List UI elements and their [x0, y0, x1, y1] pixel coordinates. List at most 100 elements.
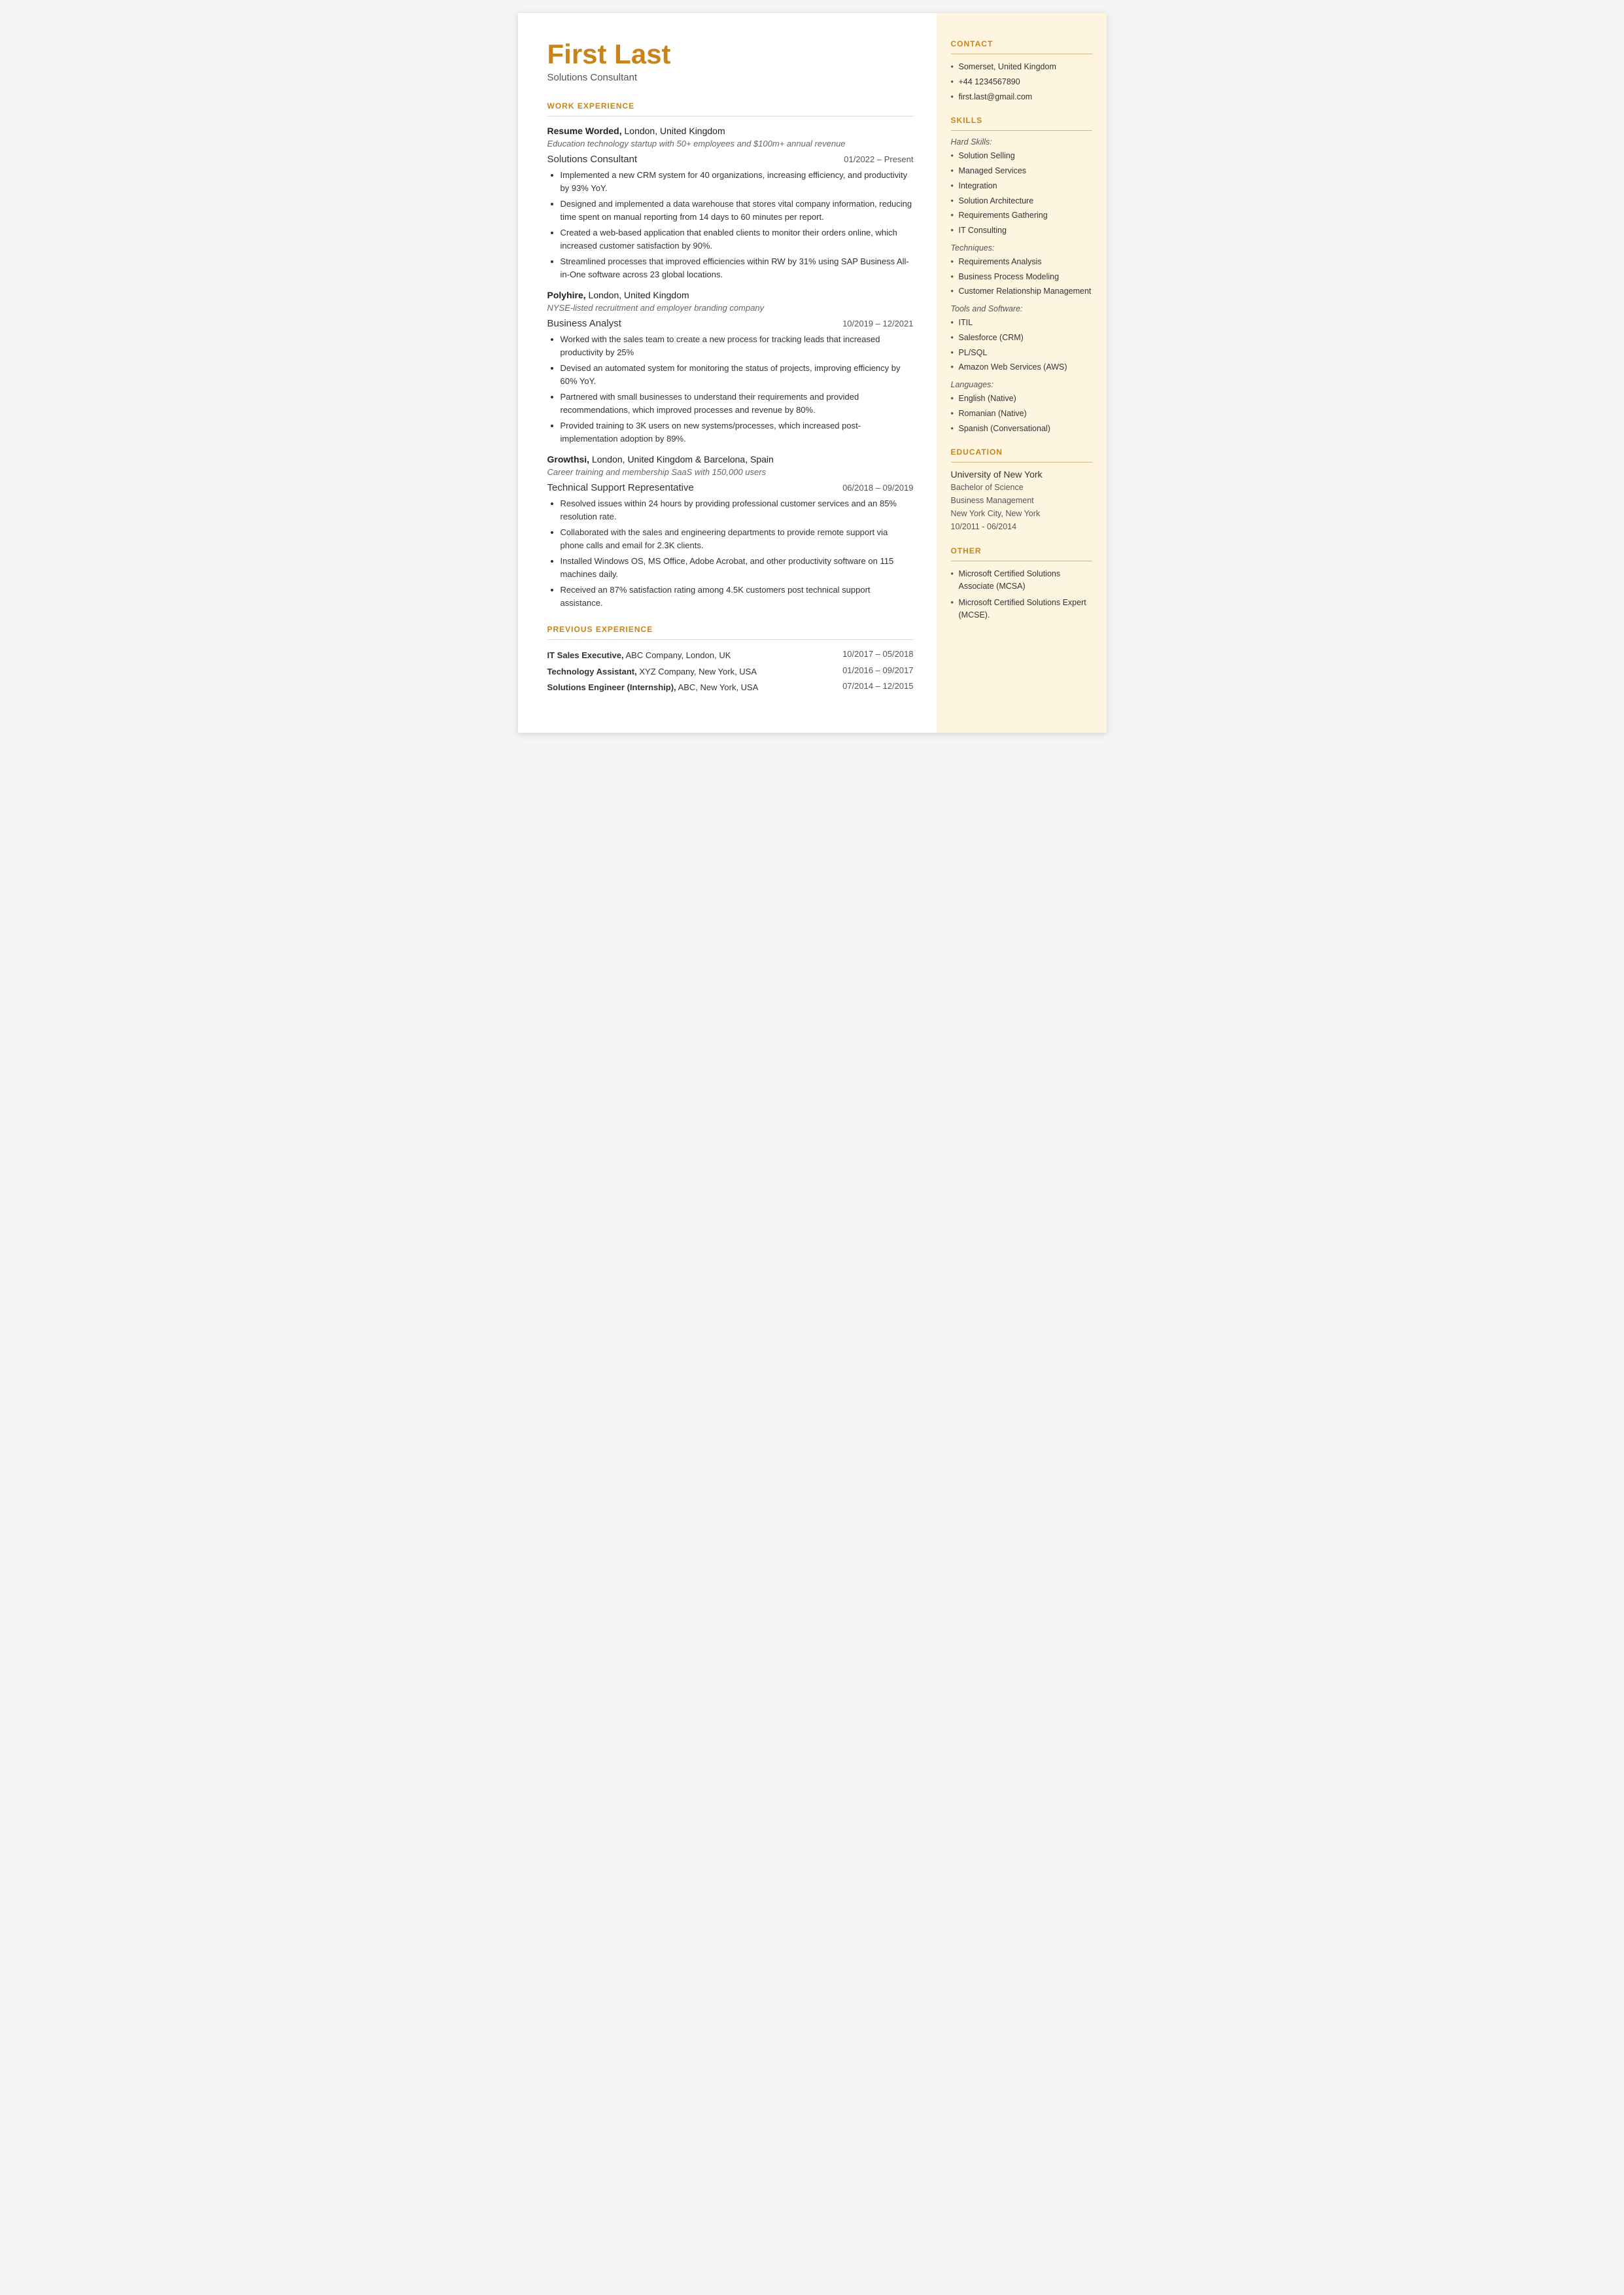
bullet-1-4: Streamlined processes that improved effi…	[561, 255, 914, 281]
other-list: Microsoft Certified Solutions Associate …	[951, 568, 1092, 621]
tools-label: Tools and Software:	[951, 304, 1092, 313]
edu-location-1: New York City, New York	[951, 507, 1092, 520]
technique-2: Business Process Modeling	[951, 271, 1092, 283]
job-row-1: Solutions Consultant 01/2022 – Present	[547, 154, 914, 165]
hard-skill-4: Solution Architecture	[951, 195, 1092, 207]
contact-section: CONTACT Somerset, United Kingdom +44 123…	[951, 39, 1092, 103]
job-title-3: Technical Support Representative	[547, 482, 694, 493]
techniques-label: Techniques:	[951, 243, 1092, 253]
hard-skills-list: Solution Selling Managed Services Integr…	[951, 150, 1092, 237]
contact-phone: +44 1234567890	[951, 76, 1092, 88]
technique-1: Requirements Analysis	[951, 256, 1092, 268]
candidate-title: Solutions Consultant	[547, 72, 914, 83]
bullet-1-2: Designed and implemented a data warehous…	[561, 198, 914, 223]
language-3: Spanish (Conversational)	[951, 423, 1092, 435]
bullet-list-2: Worked with the sales team to create a n…	[561, 333, 914, 445]
job-row-3: Technical Support Representative 06/2018…	[547, 482, 914, 493]
languages-label: Languages:	[951, 380, 1092, 389]
prev-exp-row-1: IT Sales Executive, ABC Company, London,…	[547, 649, 914, 662]
job-row-2: Business Analyst 10/2019 – 12/2021	[547, 318, 914, 329]
tools-list: ITIL Salesforce (CRM) PL/SQL Amazon Web …	[951, 317, 1092, 374]
bullet-3-3: Installed Windows OS, MS Office, Adobe A…	[561, 555, 914, 580]
left-column: First Last Solutions Consultant WORK EXP…	[518, 13, 937, 733]
employer-1-name: Resume Worded,	[547, 126, 622, 136]
bullet-1-1: Implemented a new CRM system for 40 orga…	[561, 169, 914, 194]
education-section: EDUCATION University of New York Bachelo…	[951, 447, 1092, 533]
contact-email: first.last@gmail.com	[951, 91, 1092, 103]
other-title: OTHER	[951, 546, 1092, 555]
edu-field-1: Business Management	[951, 494, 1092, 507]
prev-exp-label-1: IT Sales Executive, ABC Company, London,…	[547, 649, 731, 662]
bullet-list-1: Implemented a new CRM system for 40 orga…	[561, 169, 914, 281]
job-title-2: Business Analyst	[547, 318, 621, 329]
tool-4: Amazon Web Services (AWS)	[951, 361, 1092, 374]
bullet-2-4: Provided training to 3K users on new sys…	[561, 419, 914, 445]
hard-skill-5: Requirements Gathering	[951, 209, 1092, 222]
prev-exp-label-2: Technology Assistant, XYZ Company, New Y…	[547, 665, 757, 678]
contact-list: Somerset, United Kingdom +44 1234567890 …	[951, 61, 1092, 103]
job-dates-2: 10/2019 – 12/2021	[842, 319, 913, 328]
education-title: EDUCATION	[951, 447, 1092, 457]
prev-exp-dates-3: 07/2014 – 12/2015	[842, 681, 913, 694]
employer-2-desc: NYSE-listed recruitment and employer bra…	[547, 303, 914, 313]
language-2: Romanian (Native)	[951, 408, 1092, 420]
skills-section: SKILLS Hard Skills: Solution Selling Man…	[951, 116, 1092, 434]
technique-3: Customer Relationship Management	[951, 285, 1092, 298]
edu-degree-1: Bachelor of Science	[951, 481, 1092, 494]
contact-title: CONTACT	[951, 39, 1092, 48]
prev-experience-title: PREVIOUS EXPERIENCE	[547, 625, 914, 634]
employer-2-location: London, United Kingdom	[586, 290, 689, 300]
prev-exp-row-3: Solutions Engineer (Internship), ABC, Ne…	[547, 681, 914, 694]
prev-exp-row-2: Technology Assistant, XYZ Company, New Y…	[547, 665, 914, 678]
edu-school-1: University of New York	[951, 469, 1092, 480]
hard-skills-label: Hard Skills:	[951, 137, 1092, 147]
employer-3-desc: Career training and membership SaaS with…	[547, 467, 914, 477]
prev-exp-label-3: Solutions Engineer (Internship), ABC, Ne…	[547, 681, 759, 694]
other-item-1: Microsoft Certified Solutions Associate …	[951, 568, 1092, 593]
language-1: English (Native)	[951, 393, 1092, 405]
skills-title: SKILLS	[951, 116, 1092, 125]
employer-3-header: Growthsi, London, United Kingdom & Barce…	[547, 454, 914, 466]
bullet-3-1: Resolved issues within 24 hours by provi…	[561, 497, 914, 523]
techniques-list: Requirements Analysis Business Process M…	[951, 256, 1092, 298]
job-dates-1: 01/2022 – Present	[844, 154, 913, 164]
bullet-3-2: Collaborated with the sales and engineer…	[561, 526, 914, 552]
prev-exp-dates-1: 10/2017 – 05/2018	[842, 649, 913, 662]
bullet-2-2: Devised an automated system for monitori…	[561, 362, 914, 387]
education-divider	[951, 462, 1092, 463]
bullet-list-3: Resolved issues within 24 hours by provi…	[561, 497, 914, 609]
edu-dates-1: 10/2011 - 06/2014	[951, 520, 1092, 533]
employer-1-header: Resume Worded, London, United Kingdom	[547, 126, 914, 137]
candidate-name: First Last	[547, 39, 914, 69]
right-column: CONTACT Somerset, United Kingdom +44 123…	[937, 13, 1107, 733]
contact-address: Somerset, United Kingdom	[951, 61, 1092, 73]
tool-1: ITIL	[951, 317, 1092, 329]
other-item-2: Microsoft Certified Solutions Expert (MC…	[951, 597, 1092, 622]
hard-skill-6: IT Consulting	[951, 224, 1092, 237]
hard-skill-2: Managed Services	[951, 165, 1092, 177]
languages-list: English (Native) Romanian (Native) Spani…	[951, 393, 1092, 434]
skills-divider	[951, 130, 1092, 131]
employer-2-name: Polyhire,	[547, 290, 586, 300]
employer-3-location: London, United Kingdom & Barcelona, Spai…	[589, 454, 774, 464]
employer-1-location: London, United Kingdom	[622, 126, 725, 136]
employer-2-header: Polyhire, London, United Kingdom	[547, 290, 914, 302]
hard-skill-1: Solution Selling	[951, 150, 1092, 162]
work-experience-title: WORK EXPERIENCE	[547, 101, 914, 111]
edu-entry-1: University of New York Bachelor of Scien…	[951, 469, 1092, 533]
other-section: OTHER Microsoft Certified Solutions Asso…	[951, 546, 1092, 621]
job-title-1: Solutions Consultant	[547, 154, 638, 165]
employer-3-name: Growthsi,	[547, 454, 590, 464]
prev-exp-dates-2: 01/2016 – 09/2017	[842, 665, 913, 678]
bullet-3-4: Received an 87% satisfaction rating amon…	[561, 584, 914, 609]
resume-container: First Last Solutions Consultant WORK EXP…	[518, 13, 1107, 733]
tool-3: PL/SQL	[951, 347, 1092, 359]
bullet-2-1: Worked with the sales team to create a n…	[561, 333, 914, 359]
hard-skill-3: Integration	[951, 180, 1092, 192]
tool-2: Salesforce (CRM)	[951, 332, 1092, 344]
bullet-1-3: Created a web-based application that ena…	[561, 226, 914, 252]
employer-1-desc: Education technology startup with 50+ em…	[547, 139, 914, 149]
prev-divider	[547, 639, 914, 640]
job-dates-3: 06/2018 – 09/2019	[842, 483, 913, 493]
bullet-2-3: Partnered with small businesses to under…	[561, 391, 914, 416]
